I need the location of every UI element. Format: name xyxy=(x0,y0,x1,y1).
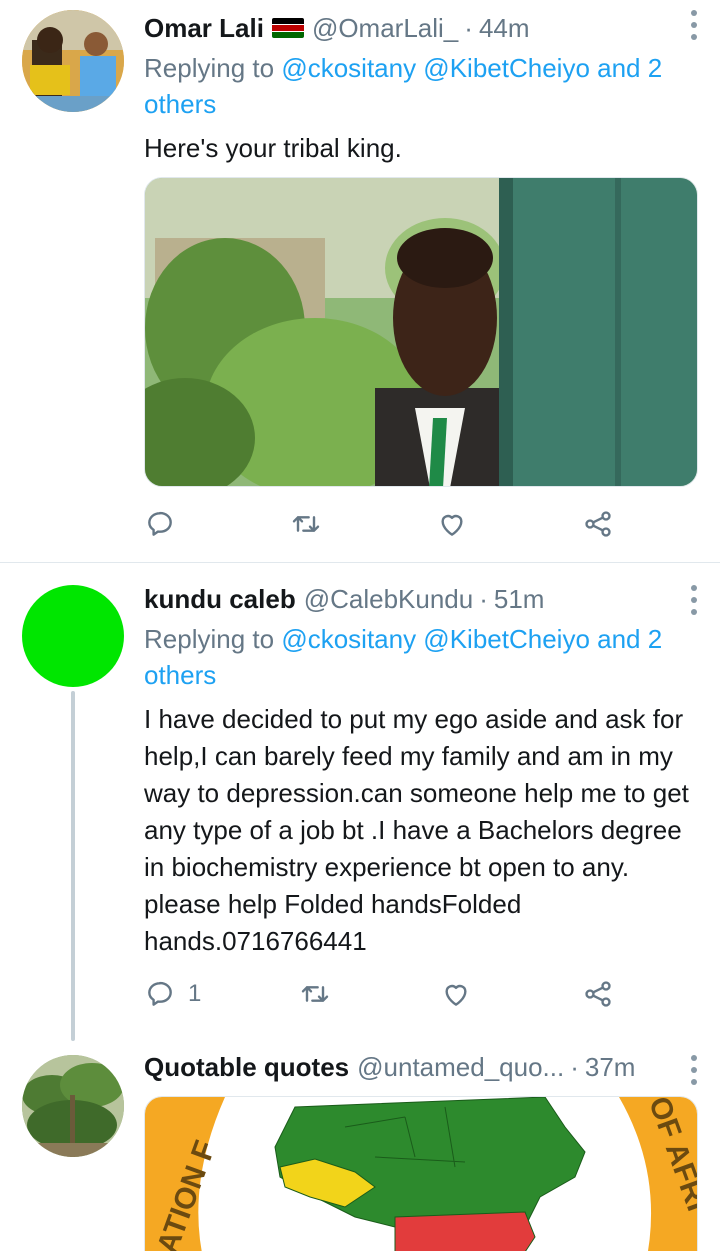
retweet-button[interactable] xyxy=(290,508,334,540)
avatar[interactable] xyxy=(22,585,124,687)
user-handle[interactable]: @OmarLali_ xyxy=(312,13,458,44)
thread-connector-line xyxy=(71,691,75,1041)
user-handle[interactable]: @CalebKundu xyxy=(304,584,474,615)
tweet-text: Here's your tribal king. xyxy=(144,133,402,163)
replying-to: Replying to @ckositany @KibetCheiyo and … xyxy=(144,50,700,122)
separator: · xyxy=(570,1051,579,1082)
display-name[interactable]: Omar Lali xyxy=(144,13,264,44)
africa-map-logo xyxy=(145,1097,697,1251)
avatar[interactable] xyxy=(22,1055,124,1157)
avatar-photo xyxy=(22,10,124,112)
tweet-quotable-quotes[interactable]: Quotable quotes @untamed_quo... · 37m AT… xyxy=(0,1043,720,1251)
tweet-header: Quotable quotes @untamed_quo... · 37m xyxy=(144,1047,700,1087)
tweet-kundu-caleb[interactable]: kundu caleb @CalebKundu · 51m Replying t… xyxy=(0,563,720,1043)
replying-to: Replying to @ckositany @KibetCheiyo and … xyxy=(144,621,700,693)
timestamp[interactable]: 37m xyxy=(585,1052,636,1083)
more-options-icon[interactable] xyxy=(684,10,704,40)
tweet-header: kundu caleb @CalebKundu · 51m xyxy=(144,579,700,619)
replying-prefix: Replying to xyxy=(144,53,275,83)
avatar[interactable] xyxy=(22,10,124,112)
tweet-header: Omar Lali @OmarLali_ · 44m xyxy=(144,8,700,48)
separator: · xyxy=(464,12,473,43)
share-button[interactable] xyxy=(582,978,614,1010)
heart-icon xyxy=(441,514,463,536)
like-button[interactable] xyxy=(440,978,484,1010)
man-peeking-photo xyxy=(145,178,697,486)
retweet-button[interactable] xyxy=(299,978,343,1010)
reply-icon xyxy=(148,981,172,1006)
share-icon xyxy=(585,511,611,537)
reply-count: 1 xyxy=(188,980,202,1007)
avatar-palm-photo xyxy=(22,1055,124,1157)
kenya-flag-icon xyxy=(271,18,304,38)
reply-button[interactable]: 1 xyxy=(144,978,201,1010)
tweet-actions xyxy=(144,504,614,544)
tweet-media-image[interactable]: ATION F OF AFRI xyxy=(144,1096,698,1251)
separator: · xyxy=(479,583,488,614)
heart-icon xyxy=(445,984,467,1006)
tweet-text: I have decided to put my ego aside and a… xyxy=(144,704,689,956)
more-options-icon[interactable] xyxy=(684,1055,704,1085)
timestamp[interactable]: 44m xyxy=(479,13,530,44)
replying-prefix: Replying to xyxy=(144,624,275,654)
timestamp[interactable]: 51m xyxy=(494,584,545,615)
share-icon xyxy=(585,981,611,1007)
retweet-icon xyxy=(301,986,329,1002)
like-button[interactable] xyxy=(436,508,480,540)
tweet-omar-lali[interactable]: Omar Lali @OmarLali_ · 44m Replying to @… xyxy=(0,0,720,560)
tweet-media-image[interactable] xyxy=(144,177,698,487)
display-name[interactable]: kundu caleb xyxy=(144,584,296,615)
reply-icon xyxy=(148,511,172,536)
more-options-icon[interactable] xyxy=(684,585,704,615)
display-name[interactable]: Quotable quotes xyxy=(144,1052,349,1083)
share-button[interactable] xyxy=(582,508,614,540)
retweet-icon xyxy=(292,516,320,532)
reply-button[interactable] xyxy=(144,508,188,540)
user-handle[interactable]: @untamed_quo... xyxy=(357,1052,564,1083)
tweet-actions: 1 xyxy=(144,974,614,1014)
